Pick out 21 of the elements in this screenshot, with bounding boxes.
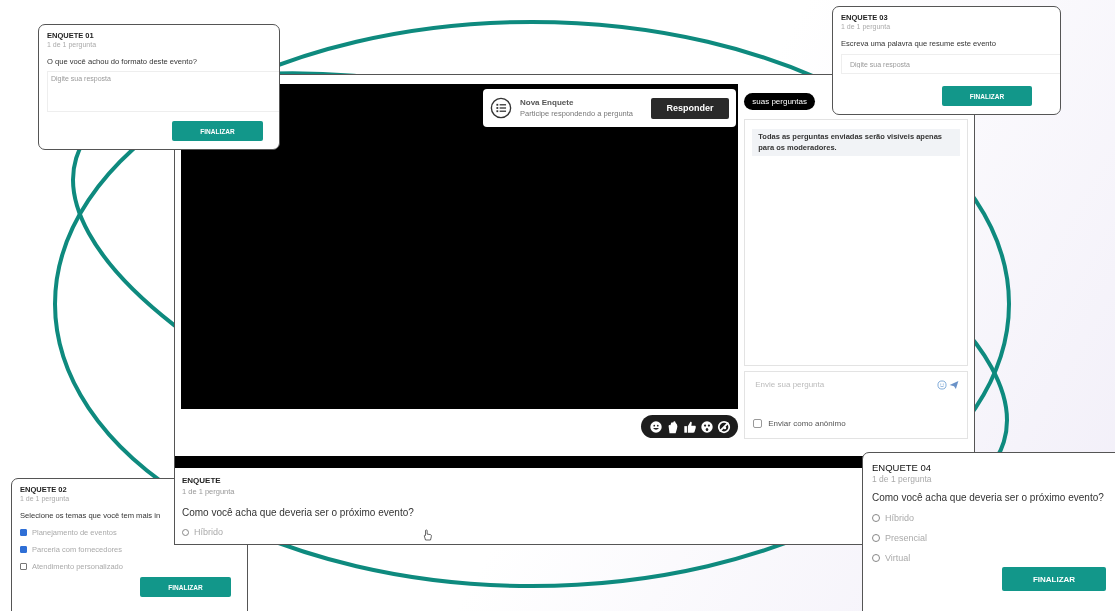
poll-subtitle: 1 de 1 pergunta — [872, 474, 932, 484]
poll-option[interactable]: Híbrido — [182, 527, 223, 537]
radio-option[interactable]: Presencial — [872, 533, 928, 543]
finish-button[interactable]: FINALIZAR — [1002, 567, 1106, 591]
radio-option[interactable]: Virtual — [872, 553, 911, 563]
radio-option[interactable]: Híbrido — [872, 513, 914, 523]
list-icon — [490, 97, 512, 119]
respond-button[interactable]: Responder — [651, 97, 729, 119]
send-icon[interactable] — [949, 379, 959, 390]
poll-title: ENQUETE 04 — [872, 462, 932, 473]
surprised-face-icon[interactable] — [699, 419, 714, 434]
poll-title: ENQUETE — [182, 476, 221, 485]
poll-question: Como você acha que deveria ser o próximo evento? — [182, 507, 414, 518]
anonymous-checkbox[interactable] — [753, 419, 763, 428]
thumbs-up-icon[interactable] — [682, 419, 697, 434]
notification-title: Nova Enquete — [520, 98, 575, 107]
anonymous-label: Enviar como anônimo — [768, 419, 846, 428]
questions-tab[interactable]: suas perguntas — [744, 93, 815, 110]
hand-cursor-icon — [423, 529, 433, 541]
poll-question: Como você acha que deveria ser o próximo evento? — [872, 492, 1104, 503]
smiley-icon[interactable] — [648, 419, 663, 434]
